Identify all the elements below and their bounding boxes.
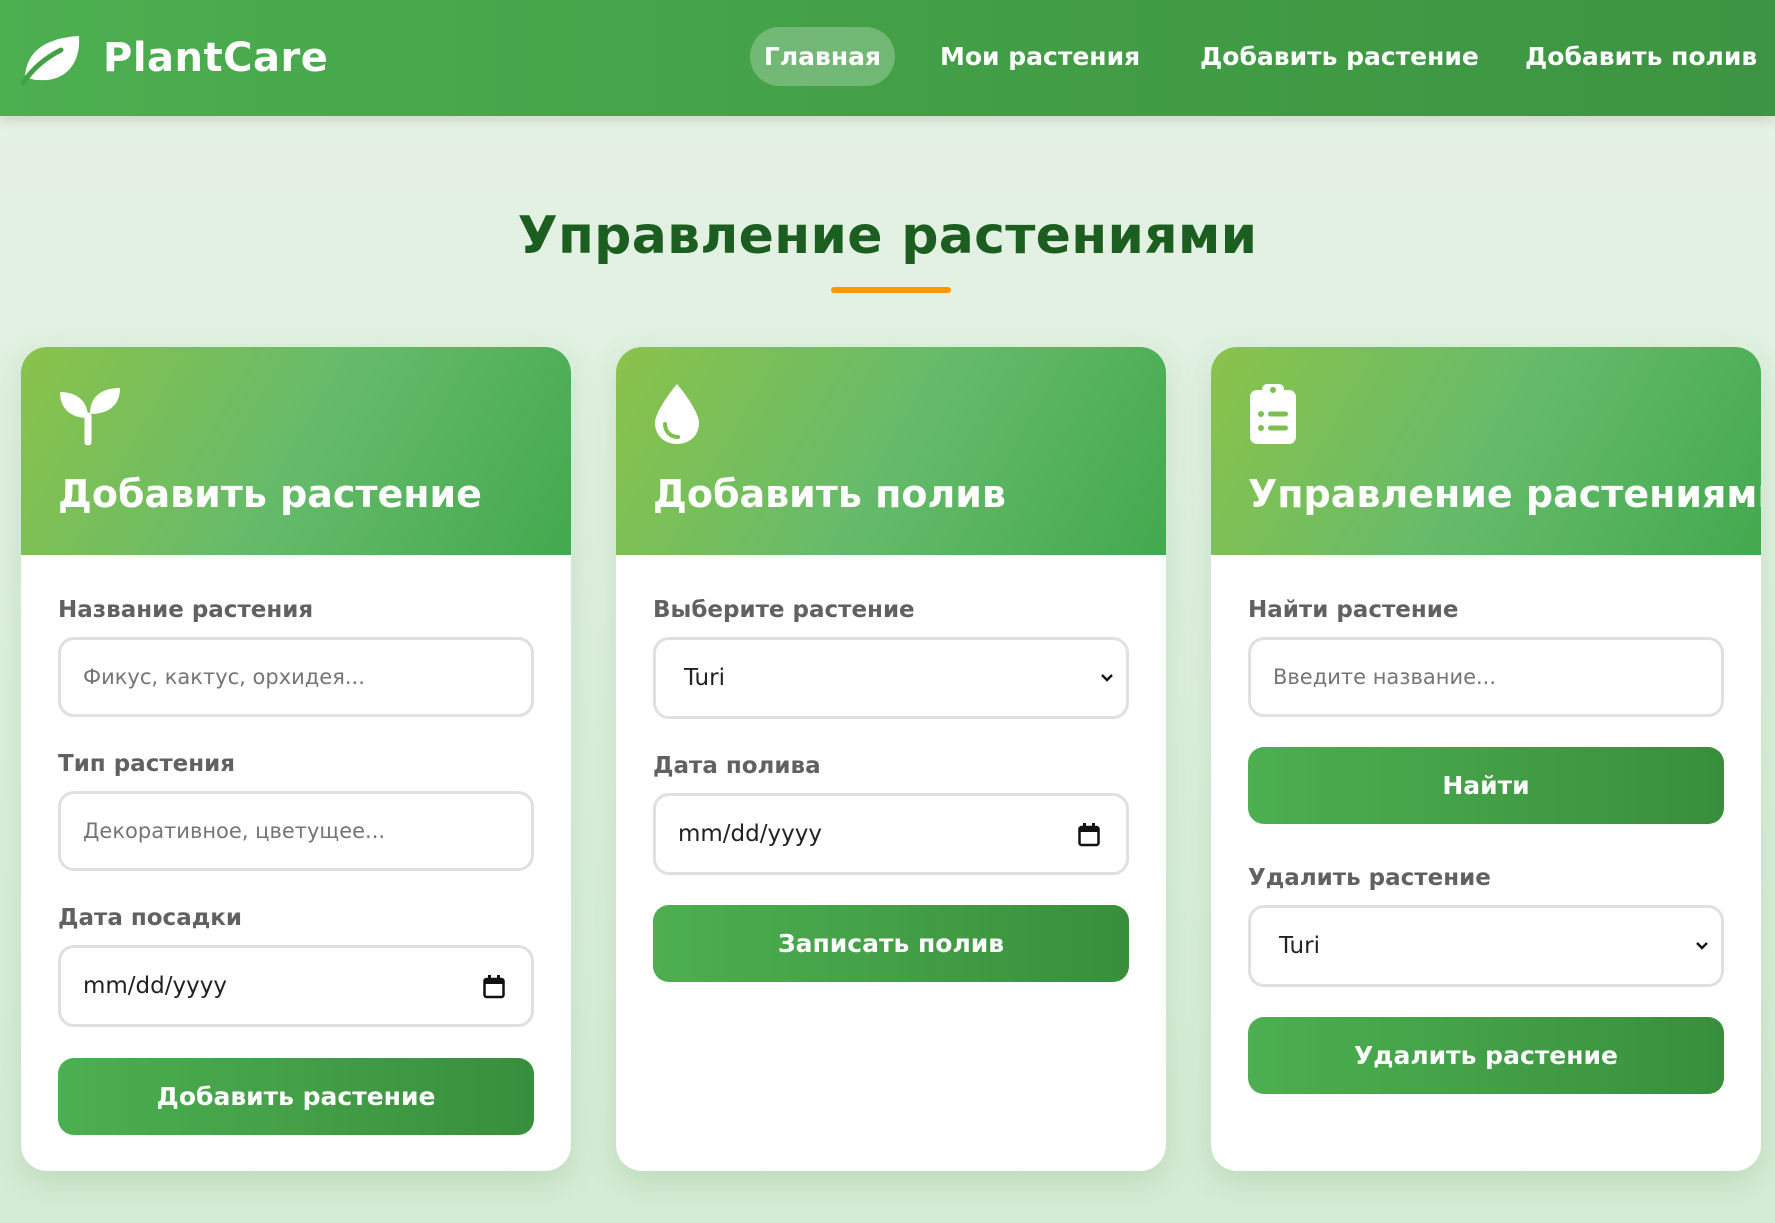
card-header: Управление растениями [1211,347,1761,555]
navbar: PlantCare Главная Мои растения Добавить … [0,0,1775,116]
search-plant-input[interactable]: Введите название... [1248,637,1724,717]
nav-link-add-plant[interactable]: Добавить растение [1200,27,1479,86]
nav-link-my-plants[interactable]: Мои растения [940,27,1140,86]
chevron-down-icon [1101,674,1113,682]
plant-name-input[interactable]: Фикус, кактус, орхидея... [58,637,534,717]
leaf-logo-icon [20,36,80,86]
plant-select[interactable]: Turi [653,637,1129,719]
field-label: Найти растение [1248,597,1459,623]
nav-link-home[interactable]: Главная [750,27,895,86]
planting-date-input[interactable]: mm/dd/yyyy [58,945,534,1027]
add-plant-button[interactable]: Добавить растение [58,1058,534,1135]
chevron-down-icon [1696,942,1708,950]
placeholder: Введите название... [1273,665,1497,689]
sprout-icon [60,388,120,446]
title-underline [831,287,951,293]
delete-plant-button[interactable]: Удалить растение [1248,1017,1724,1094]
placeholder: Фикус, кактус, орхидея... [83,665,365,689]
droplet-icon [655,384,699,444]
watering-date-input[interactable]: mm/dd/yyyy [653,793,1129,875]
nav-link-add-watering[interactable]: Добавить полив [1525,27,1757,86]
field-label: Выберите растение [653,597,915,623]
select-value: Turi [684,665,725,691]
field-label: Дата посадки [58,905,243,931]
field-label: Дата полива [653,753,821,779]
brand-name: PlantCare [103,35,329,81]
calendar-icon[interactable] [1078,823,1100,847]
field-label: Название растения [58,597,314,623]
select-value: Turi [1279,933,1320,959]
add-watering-card: Добавить полив Выберите растение Turi Да… [616,347,1166,1171]
card-title: Добавить растение [58,472,482,516]
plant-type-input[interactable]: Декоративное, цветущее... [58,791,534,871]
page-title: Управление растениями [517,206,1258,266]
brand[interactable]: PlantCare [19,27,328,89]
calendar-icon[interactable] [483,975,505,999]
clipboard-list-icon [1250,384,1296,444]
date-value: mm/dd/yyyy [83,973,227,999]
record-watering-button[interactable]: Записать полив [653,905,1129,982]
add-plant-card: Добавить растение Название растения Фику… [21,347,571,1171]
card-title: Управление растениями [1248,472,1761,516]
card-title: Добавить полив [653,472,1006,516]
date-value: mm/dd/yyyy [678,821,822,847]
search-button[interactable]: Найти [1248,747,1724,824]
card-header: Добавить полив [616,347,1166,555]
field-label: Тип растения [58,751,236,777]
delete-plant-select[interactable]: Turi [1248,905,1724,987]
manage-plants-card: Управление растениями Найти растение Вве… [1211,347,1761,1171]
placeholder: Декоративное, цветущее... [83,819,386,843]
card-header: Добавить растение [21,347,571,555]
field-label: Удалить растение [1248,865,1491,891]
